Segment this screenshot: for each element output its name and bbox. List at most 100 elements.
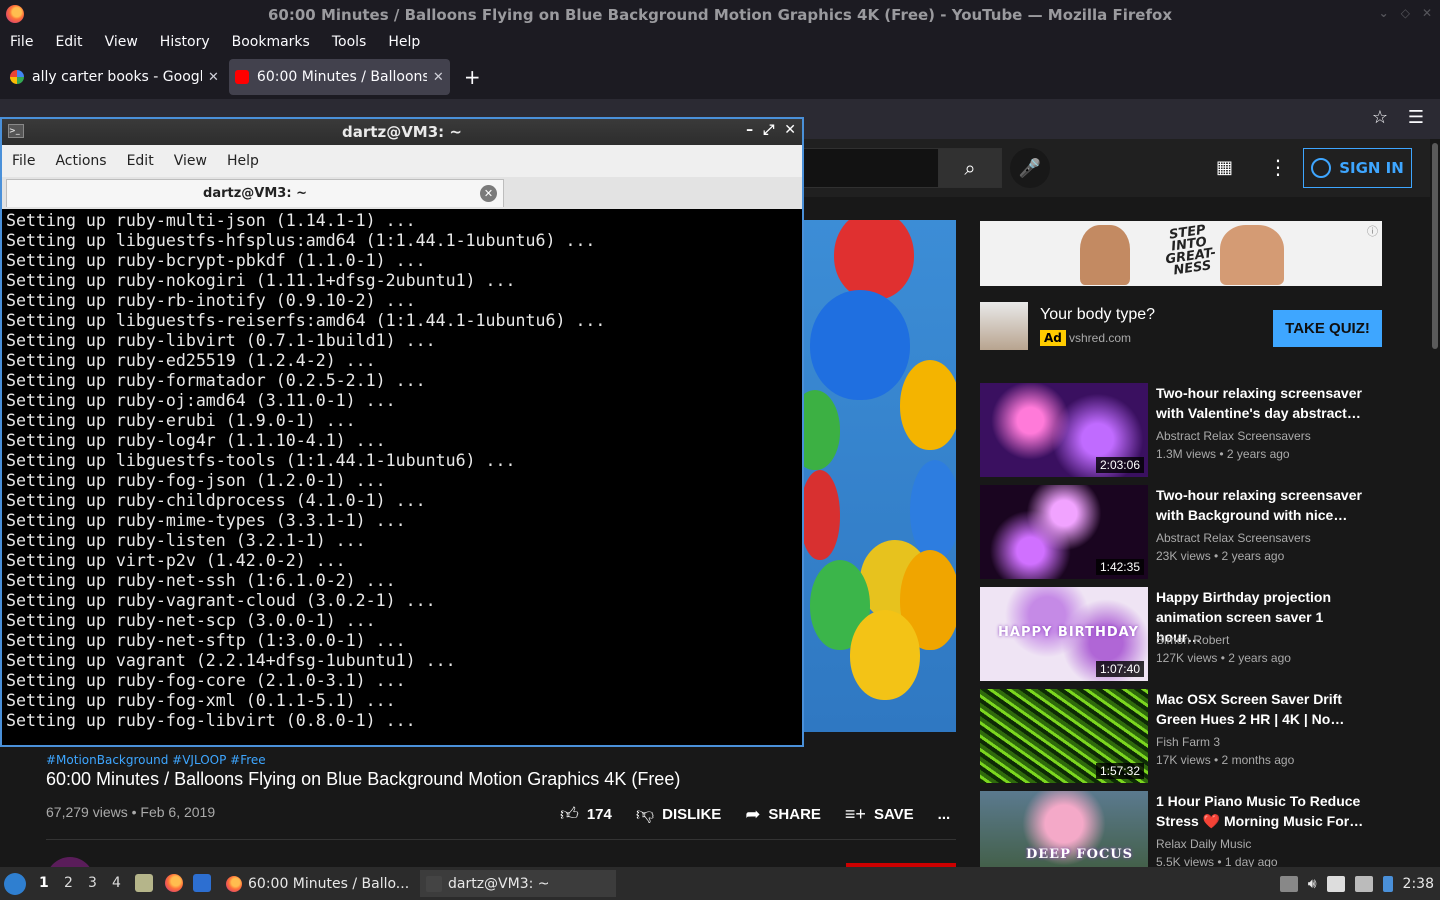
recommendation-item[interactable]: HAPPY BIRTHDAY 1:07:40 Happy Birthday pr… (980, 587, 1380, 681)
close-tab-icon[interactable]: ✕ (480, 185, 497, 202)
tab-google-search[interactable]: ally carter books - Google Search ✕ (4, 59, 225, 95)
apps-grid-icon[interactable]: ▦ (1216, 157, 1233, 178)
sign-in-button[interactable]: SIGN IN (1303, 148, 1412, 188)
save-button[interactable]: ≡+ SAVE (845, 804, 914, 825)
terminal-title: dartz@VM3: ~ (342, 123, 462, 141)
channel-avatar[interactable] (46, 857, 94, 867)
task-firefox[interactable]: 60:00 Minutes / Ballo... (220, 870, 416, 897)
recommendation-item[interactable]: 1:57:32 Mac OSX Screen Saver Drift Green… (980, 689, 1380, 783)
window-controls: ⌄ ◇ ✕ (1379, 6, 1432, 20)
video-thumbnail[interactable]: 1:57:32 (980, 689, 1148, 783)
recommendation-title[interactable]: 1 Hour Piano Music To Reduce Stress ❤️ M… (1156, 791, 1366, 831)
recommendation-channel[interactable]: Simon Robert (1156, 633, 1229, 647)
task-terminal[interactable]: dartz@VM3: ~ (420, 870, 616, 897)
video-thumbnail[interactable]: DEEP FOCUS (980, 791, 1148, 867)
search-input[interactable] (800, 148, 938, 188)
menu-edit[interactable]: Edit (127, 153, 154, 169)
like-button[interactable]: 👍︎ 174 (560, 803, 612, 825)
terminal-output[interactable]: Setting up ruby-multi-json (1.14.1-1) ..… (4, 211, 800, 743)
menu-file[interactable]: File (10, 34, 33, 50)
terminal-line: Setting up ruby-libvirt (0.7.1-1build1) … (6, 331, 436, 350)
menu-actions[interactable]: Actions (55, 153, 106, 169)
recommendation-channel[interactable]: Abstract Relax Screensavers (1156, 531, 1311, 545)
new-tab-button[interactable]: + (464, 65, 481, 89)
terminal-line: Setting up ruby-childprocess (4.1.0-1) .… (6, 491, 426, 510)
balloon-shape (800, 390, 840, 470)
menu-view[interactable]: View (105, 34, 138, 50)
video-player[interactable] (800, 220, 956, 732)
menu-file[interactable]: File (12, 153, 35, 169)
ad-title[interactable]: Your body type? (1040, 306, 1155, 324)
video-thumbnail[interactable]: HAPPY BIRTHDAY 1:07:40 (980, 587, 1148, 681)
recommendation-views: 17K views • 2 months ago (1156, 753, 1295, 767)
close-icon[interactable]: ✕ (1422, 6, 1432, 20)
terminal-line: Setting up virt-p2v (1.42.0-2) ... (6, 551, 346, 570)
balloon-shape (900, 360, 956, 450)
menu-help[interactable]: Help (388, 34, 420, 50)
maximize-icon[interactable]: ◇ (1401, 6, 1410, 20)
terminal-line: Setting up ruby-multi-json (1.14.1-1) ..… (6, 211, 416, 230)
desktop-icon[interactable] (193, 874, 211, 892)
maximize-icon[interactable]: ⤢ (763, 122, 774, 138)
scrollbar-thumb[interactable] (1432, 143, 1438, 349)
update-icon[interactable] (1382, 875, 1393, 892)
info-icon[interactable]: ⓘ (1367, 223, 1378, 239)
firefox-icon[interactable] (165, 874, 183, 892)
workspace-3[interactable]: 3 (88, 875, 97, 891)
video-meta: 67,279 views • Feb 6, 2019 (46, 804, 216, 820)
recommendation-title[interactable]: Two-hour relaxing screensaver with Valen… (1156, 383, 1366, 423)
clipboard-icon[interactable] (1326, 875, 1345, 892)
workspace-1[interactable]: 1 (39, 875, 49, 891)
workspace-4[interactable]: 4 (112, 875, 121, 891)
search-button[interactable]: ⌕ (938, 148, 1002, 188)
share-button[interactable]: ➦ SHARE (745, 804, 821, 825)
terminal-line: Setting up ruby-ed25519 (1.2.4-2) ... (6, 351, 376, 370)
menu-bookmarks[interactable]: Bookmarks (232, 34, 310, 50)
dislike-button[interactable]: 👎︎ DISLIKE (636, 803, 721, 825)
close-tab-icon[interactable]: ✕ (208, 70, 219, 85)
menu-edit[interactable]: Edit (55, 34, 82, 50)
take-quiz-button[interactable]: TAKE QUIZ! (1273, 310, 1382, 347)
recommendation-title[interactable]: Mac OSX Screen Saver Drift Green Hues 2 … (1156, 689, 1366, 729)
menu-history[interactable]: History (160, 34, 210, 50)
clock[interactable]: 2:38 (1403, 876, 1434, 892)
video-thumbnail[interactable]: 2:03:06 (980, 383, 1148, 477)
recommendation-channel[interactable]: Fish Farm 3 (1156, 735, 1220, 749)
video-thumbnail[interactable]: 1:42:35 (980, 485, 1148, 579)
menu-help[interactable]: Help (227, 153, 259, 169)
start-menu-icon[interactable] (4, 873, 26, 895)
menu-view[interactable]: View (174, 153, 207, 169)
recommendation-channel[interactable]: Abstract Relax Screensavers (1156, 429, 1311, 443)
video-hashtags[interactable]: #MotionBackground #VJLOOP #Free (46, 753, 266, 767)
close-tab-icon[interactable]: ✕ (433, 70, 444, 85)
recommendation-channel[interactable]: Relax Daily Music (1156, 837, 1251, 851)
recommendation-item[interactable]: 2:03:06 Two-hour relaxing screensaver wi… (980, 383, 1380, 477)
workspace-2[interactable]: 2 (64, 875, 73, 891)
more-vertical-icon[interactable]: ⋮ (1268, 155, 1288, 179)
hamburger-menu-icon[interactable]: ☰ (1408, 107, 1424, 128)
minimize-icon[interactable]: – (746, 122, 753, 138)
more-actions-button[interactable]: ... (938, 806, 951, 823)
recommendation-item[interactable]: DEEP FOCUS 1 Hour Piano Music To Reduce … (980, 791, 1380, 867)
file-manager-icon[interactable] (135, 874, 153, 892)
close-icon[interactable]: ✕ (784, 122, 796, 138)
minimize-icon[interactable]: ⌄ (1379, 6, 1389, 20)
window-title: 60:00 Minutes / Balloons Flying on Blue … (267, 5, 1172, 24)
voice-search-button[interactable]: 🎤 (1010, 148, 1050, 188)
terminal-line: Setting up ruby-fog-json (1.2.0-1) ... (6, 471, 386, 490)
ad-banner[interactable]: STEP INTO GREAT- NESS ⓘ (980, 221, 1382, 286)
ad-domain: vshred.com (1069, 331, 1132, 345)
battery-icon[interactable] (1279, 875, 1298, 892)
terminal-tab[interactable]: dartz@VM3: ~ ✕ (6, 179, 504, 207)
volume-icon[interactable]: 🔊︎ (1308, 876, 1317, 892)
terminal-titlebar[interactable]: >_ dartz@VM3: ~ – ⤢ ✕ (2, 119, 802, 145)
recommendation-item[interactable]: 1:42:35 Two-hour relaxing screensaver wi… (980, 485, 1380, 579)
terminal-line: Setting up ruby-bcrypt-pbkdf (1.1.0-1) .… (6, 251, 426, 270)
recommendation-title[interactable]: Two-hour relaxing screensaver with Backg… (1156, 485, 1366, 525)
page-scrollbar[interactable] (1430, 139, 1440, 867)
ad-thumbnail[interactable] (980, 302, 1028, 350)
menu-tools[interactable]: Tools (332, 34, 367, 50)
tab-youtube[interactable]: 60:00 Minutes / Balloons Flying ✕ (228, 59, 450, 95)
display-icon[interactable] (1354, 875, 1373, 892)
bookmark-star-icon[interactable]: ☆ (1372, 107, 1388, 128)
